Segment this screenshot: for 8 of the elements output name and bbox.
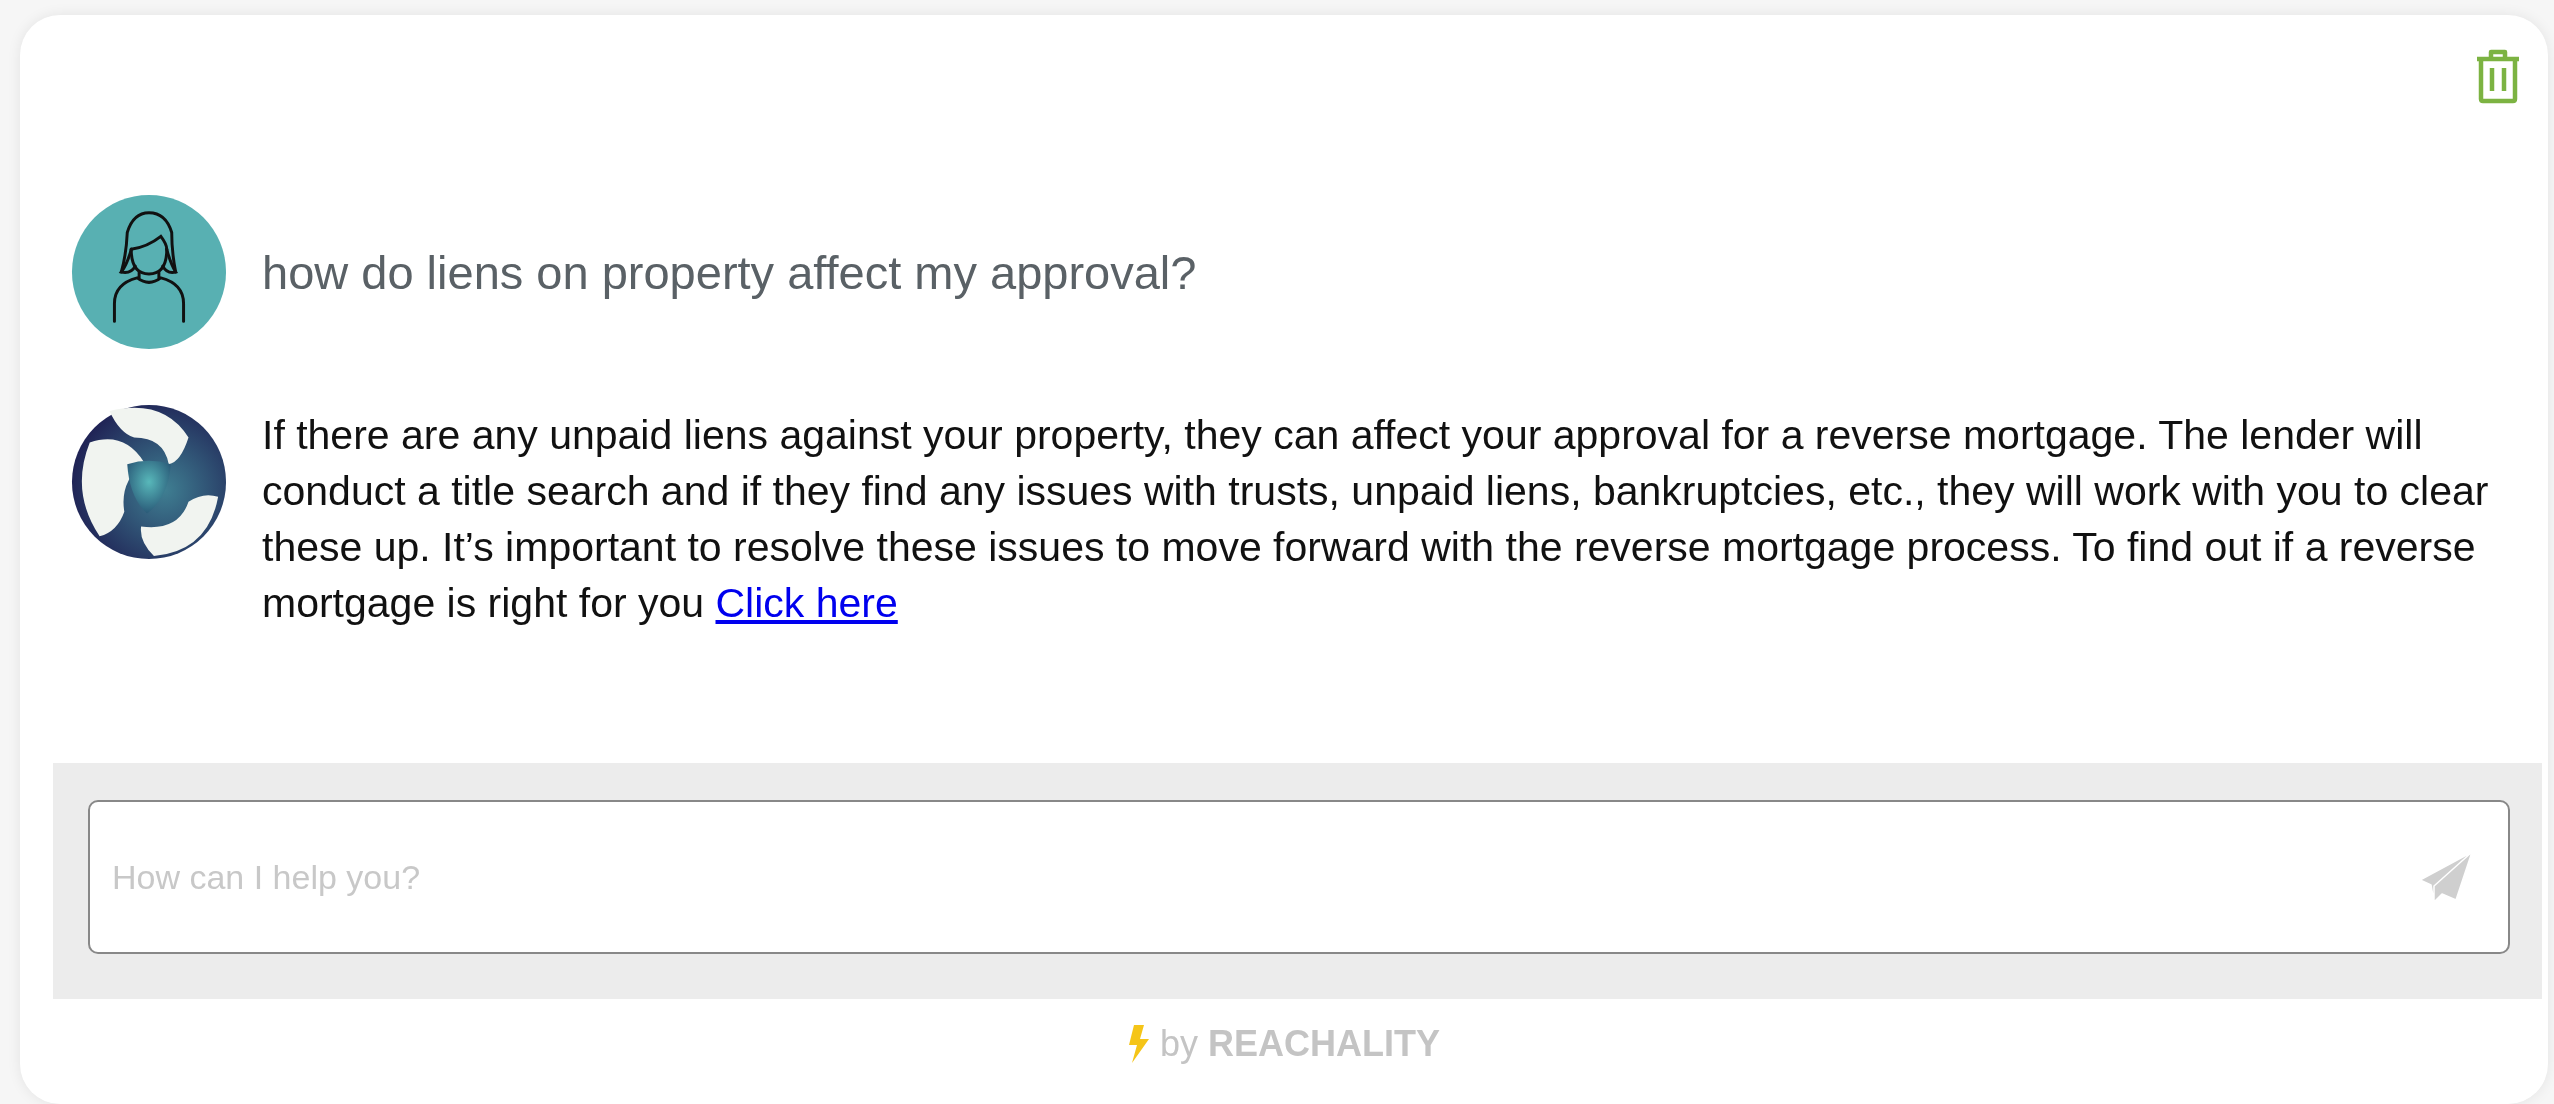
user-message: how do liens on property affect my approval? [262, 244, 1197, 300]
bot-message: If there are any unpaid liens against your property, they can affect your approval for a reverse mortgage. The lender will conduct a title search and if they find any issues with trusts, unpaid liens, bankruptcies, etc., they will work with you to clear these up. It’s important to resolve these issues to move forward with the reverse mortgage process. To find out if a reverse mortgage is right for you Click here [262, 411, 2490, 628]
logo-icon [70, 403, 228, 561]
by-label: by [1160, 1023, 1198, 1065]
brand-name: REACHALITY [1208, 1023, 1440, 1065]
click-here-link[interactable]: Click here [715, 580, 898, 626]
delete-button[interactable] [2474, 47, 2522, 105]
lightning-icon [1128, 1025, 1150, 1063]
